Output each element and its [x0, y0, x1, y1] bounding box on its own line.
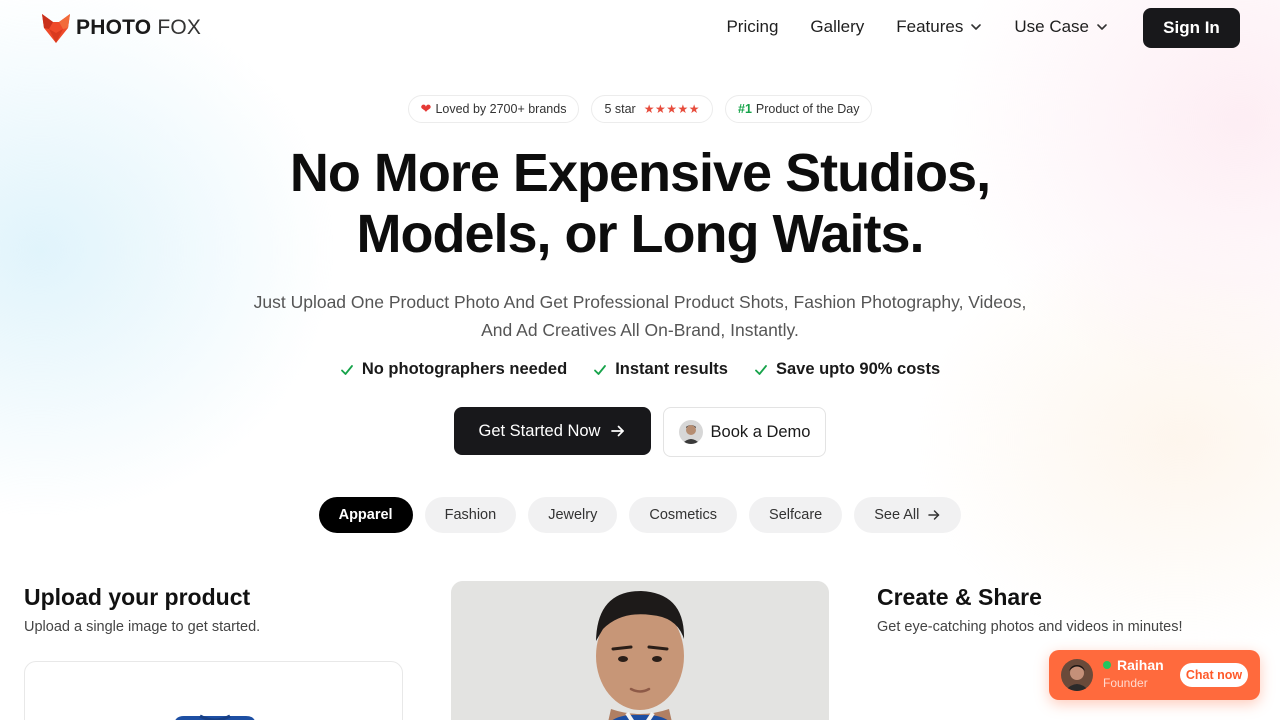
model-photo-card [451, 581, 829, 720]
category-pill-apparel[interactable]: Apparel [318, 497, 413, 533]
brand-name: PHOTO FOX [76, 16, 201, 40]
arrow-right-icon [928, 510, 940, 520]
headline-line-2: Models, or Long Waits. [356, 204, 925, 264]
benefit-text: Save upto 90% costs [775, 360, 941, 378]
loved-by-text: Loved by 2700+ brands [435, 102, 567, 116]
nav-link-features[interactable]: Features [896, 17, 982, 37]
chat-agent-role: Founder [1103, 676, 1148, 690]
benefit-text: Instant results [615, 360, 728, 378]
rating-badge: 5 star ★★★★★ [591, 95, 714, 123]
heart-icon: ❤ [420, 101, 432, 116]
nav-link-label: Features [896, 17, 964, 36]
checkmark-icon [755, 364, 767, 375]
product-garment-image [175, 714, 255, 720]
upload-step-title: Upload your product [24, 584, 251, 610]
benefit-item: Instant results [593, 360, 728, 379]
presenter-avatar [678, 420, 703, 444]
benefit-item: Save upto 90% costs [754, 360, 940, 379]
nav-link-label: Gallery [810, 17, 865, 36]
category-pill-jewelry[interactable]: Jewelry [528, 497, 618, 533]
hero-subtitle: Just Upload One Product Photo And Get Pr… [253, 292, 1027, 340]
nav-link-gallery[interactable]: Gallery [810, 17, 864, 37]
book-demo-button[interactable]: Book a Demo [663, 407, 826, 457]
checkmark-icon [594, 364, 607, 375]
benefit-checks: No photographers needed Instant results … [0, 360, 1280, 379]
chevron-down-icon [971, 24, 982, 30]
fashion-model-image [451, 581, 829, 720]
product-of-day-badge: #1 Product of the Day [725, 95, 873, 123]
chevron-down-icon [1097, 24, 1107, 30]
get-started-button[interactable]: Get Started Now [454, 407, 651, 455]
nav-link-use-case[interactable]: Use Case [1014, 17, 1108, 37]
chat-widget[interactable]: Raihan Founder Chat now [1049, 650, 1260, 700]
create-step-title: Create & Share [877, 584, 1042, 610]
upload-dropzone[interactable] [24, 661, 403, 720]
book-demo-label: Book a Demo [710, 422, 811, 441]
benefit-item: No photographers needed [340, 360, 567, 379]
brand-logo[interactable]: PHOTO FOX [40, 12, 201, 44]
founder-avatar [1061, 659, 1093, 691]
person-avatar-icon [1061, 659, 1093, 691]
category-pills: Apparel Fashion Jewelry Cosmetics Selfca… [0, 497, 1280, 533]
category-pill-cosmetics[interactable]: Cosmetics [629, 497, 738, 533]
benefit-text: No photographers needed [361, 360, 568, 378]
five-star-icon: ★★★★★ [643, 102, 701, 116]
category-pill-selfcare[interactable]: Selfcare [749, 497, 843, 533]
nav-links: Pricing Gallery Features Use Case [694, 17, 1108, 37]
product-rank: #1 [738, 102, 752, 116]
checkmark-icon [340, 364, 353, 375]
brand-name-light: FOX [157, 16, 202, 39]
cta-row: Get Started Now Book a Demo [0, 407, 1280, 457]
nav-link-label: Pricing [726, 17, 779, 36]
hero-headline: No More Expensive Studios, Models, or Lo… [0, 143, 1280, 265]
trust-badges: ❤ Loved by 2700+ brands 5 star ★★★★★ #1 … [0, 95, 1280, 123]
loved-by-badge: ❤ Loved by 2700+ brands [407, 95, 580, 123]
top-nav: PHOTO FOX Pricing Gallery Features Use C… [0, 0, 1280, 56]
create-step-subtitle: Get eye-catching photos and videos in mi… [877, 619, 1183, 635]
sign-in-button[interactable]: Sign In [1143, 8, 1240, 48]
rating-text: 5 star [604, 102, 636, 116]
chat-agent-name: Raihan [1117, 657, 1164, 673]
chat-now-button[interactable]: Chat now [1180, 663, 1248, 687]
online-status-dot [1103, 661, 1111, 669]
person-avatar-icon [678, 420, 703, 444]
product-of-day-text: Product of the Day [755, 102, 860, 116]
arrow-right-icon [611, 425, 625, 437]
category-pill-fashion[interactable]: Fashion [424, 497, 517, 533]
get-started-label: Get Started Now [478, 421, 601, 440]
nav-link-label: Use Case [1014, 17, 1089, 36]
upload-step-subtitle: Upload a single image to get started. [24, 619, 261, 635]
see-all-label: See All [874, 507, 920, 523]
nav-link-pricing[interactable]: Pricing [726, 17, 778, 37]
headline-line-1: No More Expensive Studios, [289, 143, 991, 203]
see-all-button[interactable]: See All [854, 497, 962, 533]
fox-logo-icon [42, 14, 70, 43]
brand-name-bold: PHOTO [76, 16, 152, 39]
